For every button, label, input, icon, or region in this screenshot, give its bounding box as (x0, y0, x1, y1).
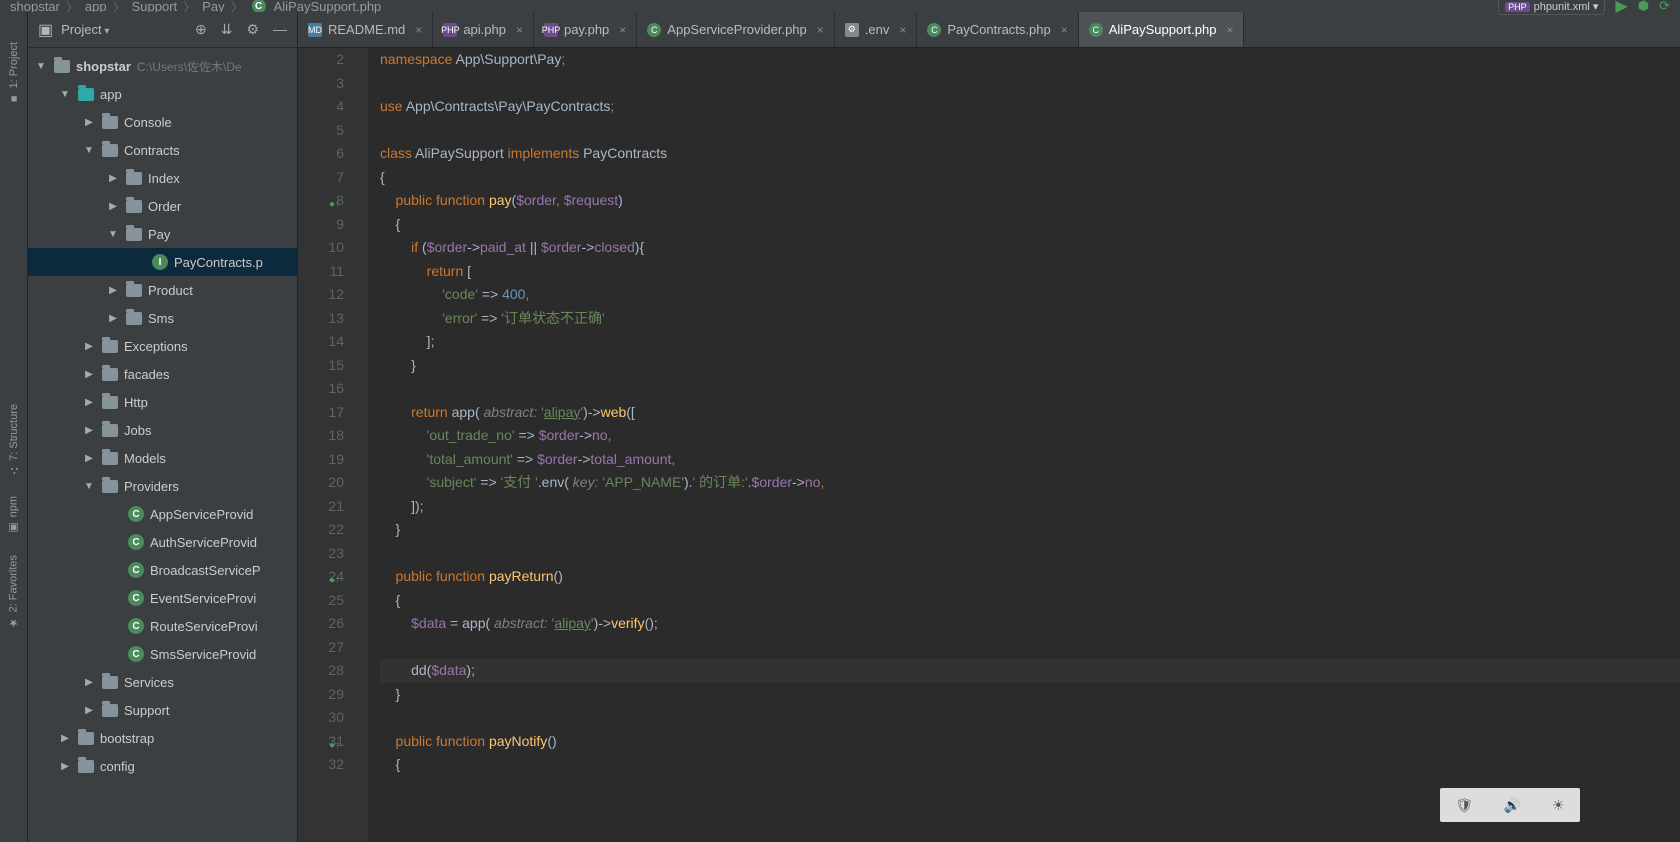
project-tree[interactable]: ▼shopstarC:\Users\佐佐木\De ▼app ▶Console ▼… (28, 48, 297, 780)
tree-app[interactable]: ▼app (28, 80, 297, 108)
close-icon[interactable]: × (516, 23, 523, 37)
tree-authsp[interactable]: CAuthServiceProvid (28, 528, 297, 556)
tree-appsp[interactable]: CAppServiceProvid (28, 500, 297, 528)
tree-order[interactable]: ▶Order (28, 192, 297, 220)
tree-models[interactable]: ▶Models (28, 444, 297, 472)
brightness-icon[interactable]: ☀ (1552, 797, 1565, 814)
rail-npm[interactable]: ▣npm (3, 486, 24, 544)
stop-button[interactable]: ⟳ (1659, 0, 1670, 14)
tree-console[interactable]: ▶Console (28, 108, 297, 136)
tree-http[interactable]: ▶Http (28, 388, 297, 416)
tab-api[interactable]: PHPapi.php× (433, 12, 534, 47)
tree-index[interactable]: ▶Index (28, 164, 297, 192)
close-icon[interactable]: × (1226, 23, 1233, 37)
tree-root[interactable]: ▼shopstarC:\Users\佐佐木\De (28, 52, 297, 80)
close-icon[interactable]: × (1061, 23, 1068, 37)
tree-providers[interactable]: ▼Providers (28, 472, 297, 500)
tree-product[interactable]: ▶Product (28, 276, 297, 304)
collapse-icon[interactable]: ⇊ (221, 21, 233, 38)
shield-icon[interactable]: 🛡 (1455, 797, 1473, 814)
tree-jobs[interactable]: ▶Jobs (28, 416, 297, 444)
tree-contracts[interactable]: ▼Contracts (28, 136, 297, 164)
project-panel: ▣ Project ▾ ⊕ ⇊ ⚙ — ▼shopstarC:\Users\佐佐… (28, 12, 298, 842)
tree-exceptions[interactable]: ▶Exceptions (28, 332, 297, 360)
locate-icon[interactable]: ⊕ (195, 21, 207, 38)
hide-icon[interactable]: — (273, 21, 287, 38)
tree-bootstrap[interactable]: ▶bootstrap (28, 724, 297, 752)
volume-icon[interactable]: 🔊 (1504, 797, 1521, 814)
panel-title[interactable]: Project ▾ (61, 22, 187, 37)
tree-sms[interactable]: ▶Sms (28, 304, 297, 332)
tab-env[interactable]: ⚙.env× (835, 12, 918, 47)
tree-routesp[interactable]: CRouteServiceProvi (28, 612, 297, 640)
tree-facades[interactable]: ▶facades (28, 360, 297, 388)
tree-support[interactable]: ▶Support (28, 696, 297, 724)
tree-paycontracts[interactable]: IPayContracts.p (28, 248, 297, 276)
run-config-selector[interactable]: PHPphpunit.xml ▾ (1498, 0, 1605, 15)
code-editor[interactable]: 2345678●↑9101112131415161718192021222324… (298, 48, 1680, 842)
close-icon[interactable]: × (415, 23, 422, 37)
tab-appservice[interactable]: CAppServiceProvider.php× (637, 12, 835, 47)
project-icon: ▣ (38, 20, 53, 40)
debug-button[interactable]: ⬢ (1638, 0, 1649, 14)
code-content[interactable]: namespace App\Support\Pay; use App\Contr… (368, 48, 1680, 842)
system-tray: 🛡 🔊 ☀ (1440, 788, 1580, 822)
tab-alipaysupport[interactable]: CAliPaySupport.php× (1079, 12, 1245, 47)
settings-icon[interactable]: ⚙ (246, 21, 259, 38)
rail-structure[interactable]: ⛬7: Structure (4, 394, 24, 486)
rail-project[interactable]: ■1: Project (4, 32, 24, 114)
close-icon[interactable]: × (619, 23, 626, 37)
tab-paycontracts[interactable]: CPayContracts.php× (917, 12, 1078, 47)
close-icon[interactable]: × (817, 23, 824, 37)
tree-services[interactable]: ▶Services (28, 668, 297, 696)
tree-config[interactable]: ▶config (28, 752, 297, 780)
left-tool-rail: ■1: Project ⛬7: Structure ▣npm ★2: Favor… (0, 12, 28, 842)
tree-eventsp[interactable]: CEventServiceProvi (28, 584, 297, 612)
tab-readme[interactable]: MDREADME.md× (298, 12, 433, 47)
rail-favorites[interactable]: ★2: Favorites (3, 545, 24, 639)
editor-tabs: MDREADME.md× PHPapi.php× PHPpay.php× CAp… (298, 12, 1680, 48)
tab-pay[interactable]: PHPpay.php× (534, 12, 637, 47)
close-icon[interactable]: × (899, 23, 906, 37)
editor-area: MDREADME.md× PHPapi.php× PHPpay.php× CAp… (298, 12, 1680, 842)
tree-smssp[interactable]: CSmsServiceProvid (28, 640, 297, 668)
tree-pay[interactable]: ▼Pay (28, 220, 297, 248)
tree-broadcastsp[interactable]: CBroadcastServiceP (28, 556, 297, 584)
gutter[interactable]: 2345678●↑9101112131415161718192021222324… (298, 48, 368, 842)
run-button[interactable]: ▶ (1615, 0, 1627, 16)
top-bar: shopstar〉 app〉 Support〉 Pay〉 C AliPaySup… (0, 0, 1680, 12)
